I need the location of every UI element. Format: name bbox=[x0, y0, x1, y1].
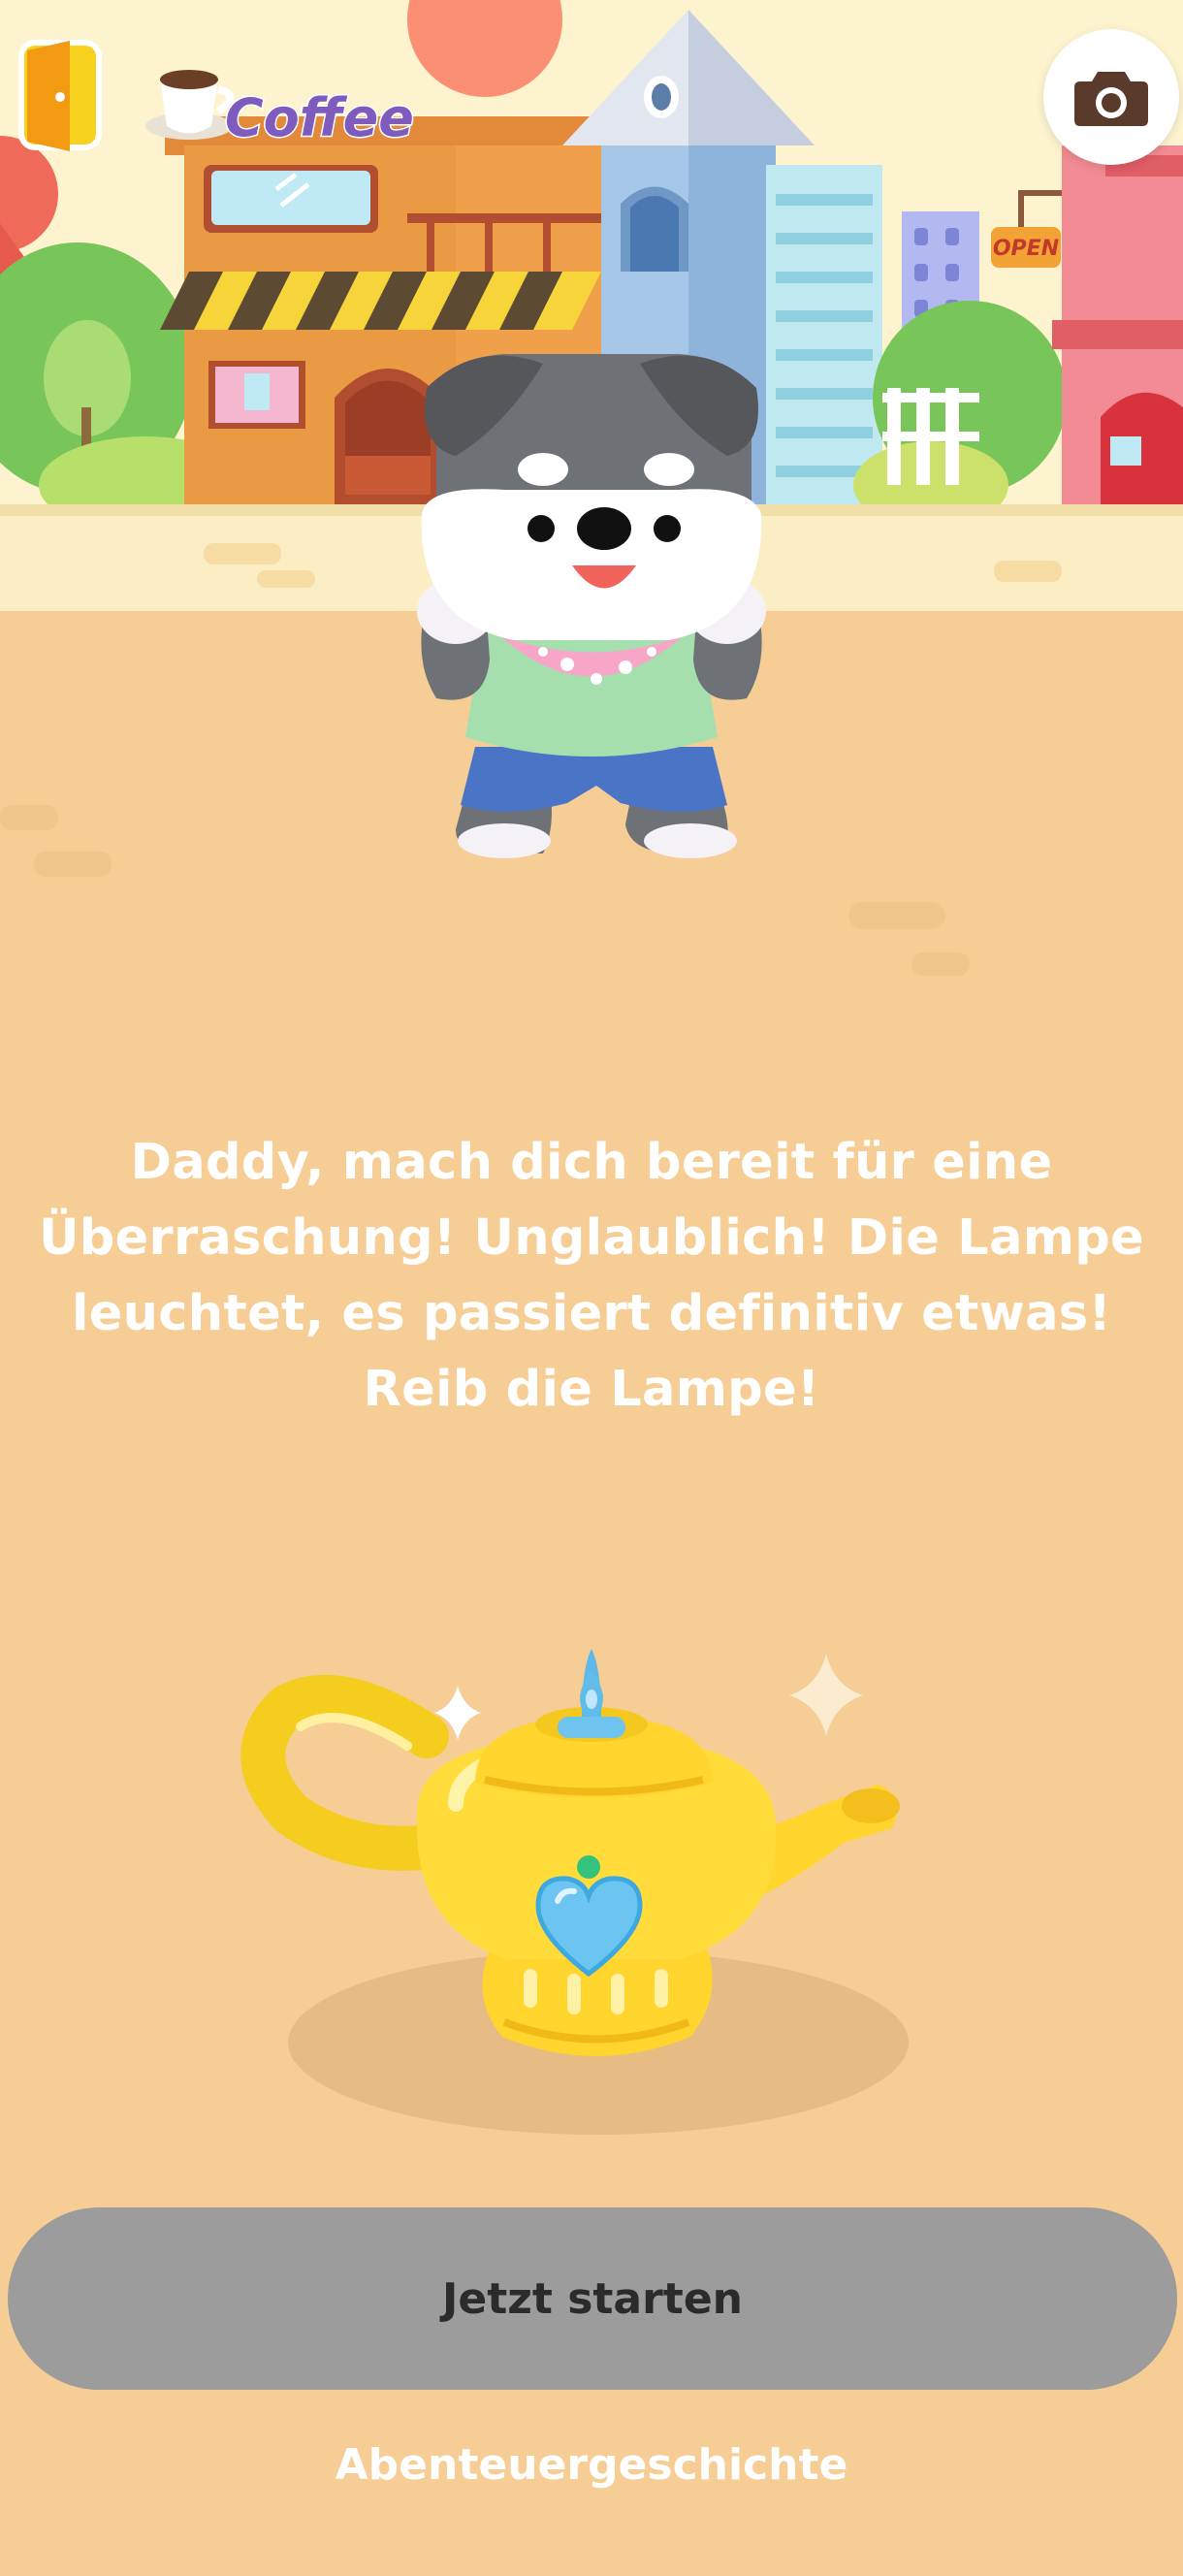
adventure-story-link[interactable]: Abenteuergeschichte bbox=[0, 2440, 1183, 2490]
open-sign: OPEN bbox=[993, 237, 1059, 261]
coffee-sign: Coffee bbox=[225, 87, 414, 148]
story-message: Daddy, mach dich bereit für eine Überras… bbox=[39, 1134, 1144, 1418]
start-now-label: Jetzt starten bbox=[441, 2273, 744, 2324]
camera-button[interactable] bbox=[1043, 29, 1179, 165]
door-exit-icon bbox=[18, 40, 102, 151]
camera-icon bbox=[1074, 72, 1148, 126]
dog-character bbox=[417, 354, 766, 858]
exit-door-button[interactable] bbox=[14, 33, 111, 159]
start-now-button[interactable]: Jetzt starten bbox=[8, 2207, 1177, 2390]
